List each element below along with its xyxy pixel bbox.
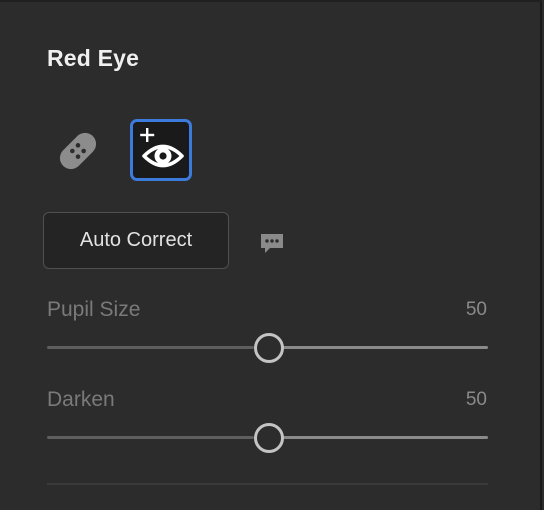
- red-eye-panel: Red Eye Auto Correct Pupil Size 50 Darke…: [0, 0, 542, 510]
- darken-track-filled[interactable]: [47, 436, 254, 439]
- speech-bubble-icon[interactable]: [259, 231, 285, 257]
- red-eye-tool-button[interactable]: [130, 119, 192, 181]
- darken-label: Darken: [47, 388, 115, 411]
- pupil-size-value[interactable]: 50: [427, 299, 487, 321]
- pupil-size-track-filled[interactable]: [47, 346, 254, 349]
- darken-value[interactable]: 50: [427, 389, 487, 411]
- pupil-size-track[interactable]: [283, 346, 488, 349]
- darken-slider-thumb[interactable]: [254, 423, 284, 453]
- top-divider: [0, 0, 542, 2]
- pupil-size-label: Pupil Size: [47, 298, 141, 321]
- bottom-divider: [47, 483, 488, 485]
- darken-track[interactable]: [283, 436, 488, 439]
- pupil-size-slider-thumb[interactable]: [254, 333, 284, 363]
- red-eye-plus-icon: [140, 128, 184, 168]
- healing-tool-button[interactable]: [47, 120, 109, 182]
- bandage-icon: [59, 132, 97, 170]
- panel-title: Red Eye: [47, 45, 140, 71]
- auto-correct-button[interactable]: Auto Correct: [43, 212, 229, 269]
